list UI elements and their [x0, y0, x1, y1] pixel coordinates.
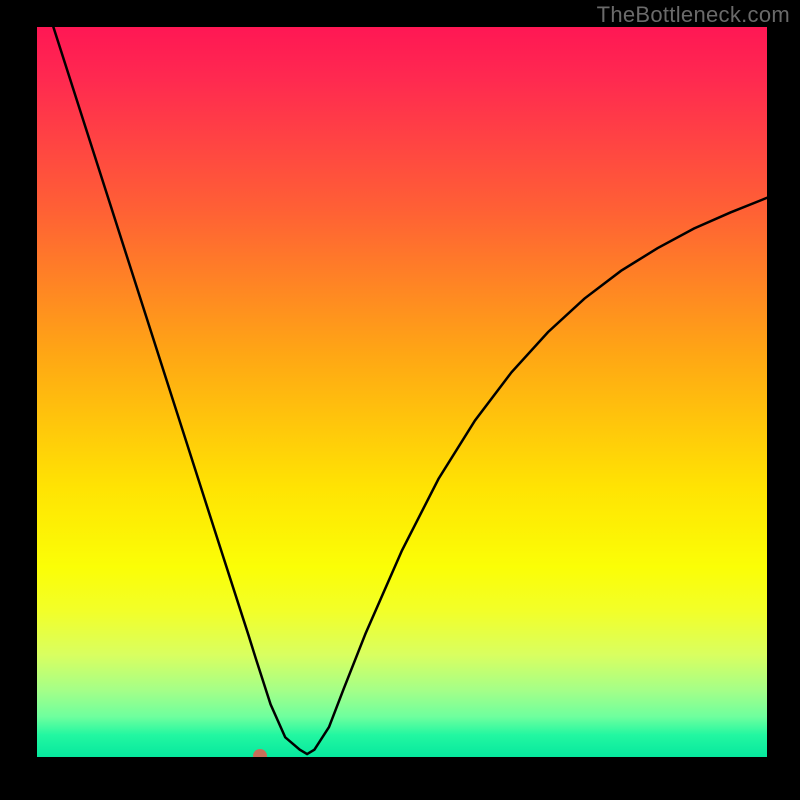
watermark-text: TheBottleneck.com: [597, 2, 790, 28]
optimum-marker: [253, 749, 267, 757]
bottleneck-curve: [37, 27, 767, 757]
plot-area: [37, 27, 767, 757]
